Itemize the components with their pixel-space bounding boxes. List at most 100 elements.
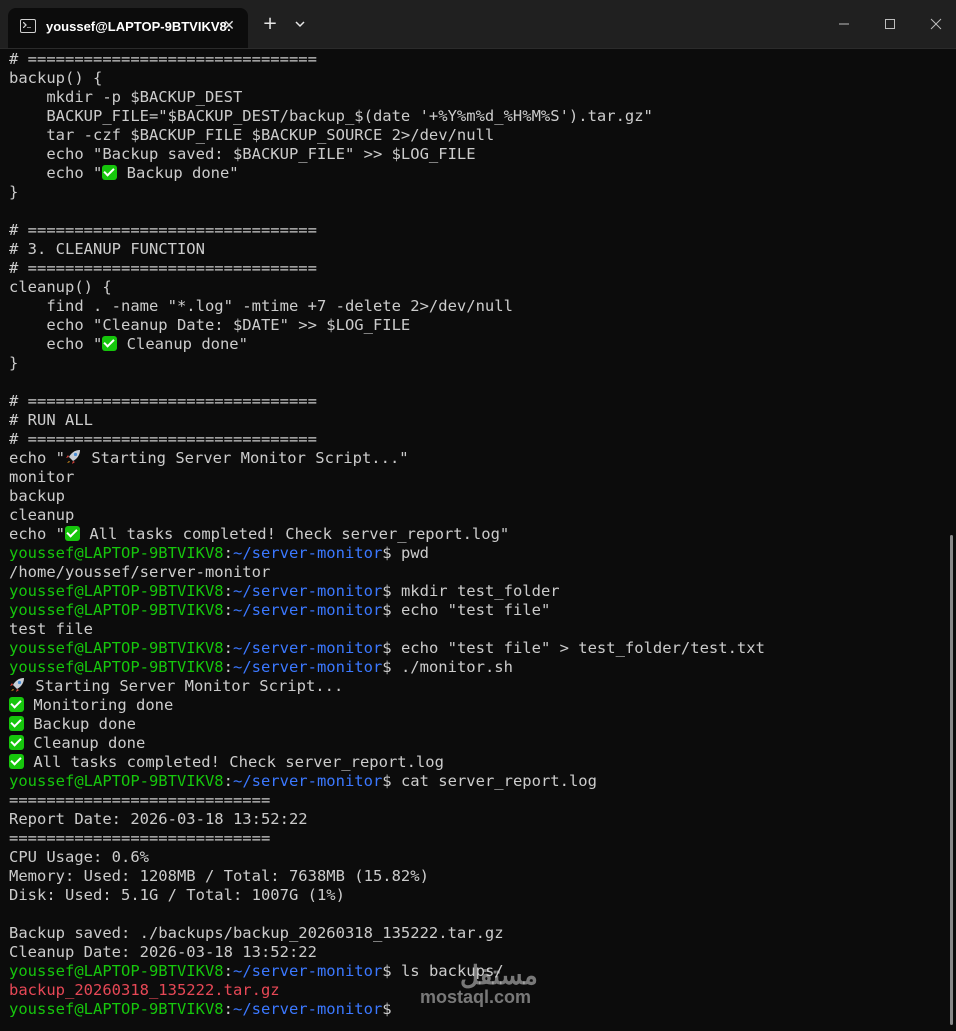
prompt-separator: :: [223, 658, 233, 676]
script-text: echo ": [9, 525, 65, 543]
terminal-tab[interactable]: youssef@LAPTOP-9BTVIKV8: ✕: [8, 8, 248, 48]
prompt-user: youssef@LAPTOP-9BTVIKV8: [9, 1000, 224, 1018]
script-text: Cleanup done": [117, 335, 248, 353]
output-text: Monitoring done: [24, 696, 174, 714]
title-bar: youssef@LAPTOP-9BTVIKV8: ✕ +: [0, 0, 956, 49]
script-line: echo " Backup done": [9, 164, 939, 183]
script-line: # 3. CLEANUP FUNCTION: [9, 240, 205, 258]
prompt-path: ~/server-monitor: [232, 582, 383, 600]
command-text: echo "test file": [400, 601, 551, 619]
script-text: Starting Server Monitor Script...": [82, 449, 409, 467]
script-line: find . -name "*.log" -mtime +7 -delete 2…: [9, 297, 513, 315]
output-text: Cleanup done: [24, 734, 146, 752]
script-line: mkdir -p $BACKUP_DEST: [9, 88, 243, 106]
script-line: tar -czf $BACKUP_FILE $BACKUP_SOURCE 2>/…: [9, 126, 495, 144]
output-text: Backup done: [24, 715, 136, 733]
command-line: youssef@LAPTOP-9BTVIKV8:~/server-monitor…: [9, 1000, 939, 1019]
script-line: [9, 373, 939, 392]
script-text: Backup done": [117, 164, 239, 182]
scrollbar-thumb[interactable]: [950, 535, 953, 1025]
script-line: # RUN ALL: [9, 411, 93, 429]
output-line: Cleanup done: [9, 734, 939, 753]
script-line: # ===============================: [9, 430, 317, 448]
script-line: echo " Cleanup done": [9, 335, 939, 354]
command-line: youssef@LAPTOP-9BTVIKV8:~/server-monitor…: [9, 962, 939, 981]
prompt-path: ~/server-monitor: [232, 1000, 383, 1018]
prompt-path: ~/server-monitor: [232, 658, 383, 676]
prompt-dollar: $: [382, 1000, 401, 1018]
output-line: Starting Server Monitor Script...: [9, 677, 939, 696]
prompt-user: youssef@LAPTOP-9BTVIKV8: [9, 544, 224, 562]
prompt-separator: :: [223, 601, 233, 619]
output-line: ============================: [9, 791, 271, 809]
script-line: echo "Cleanup Date: $DATE" >> $LOG_FILE: [9, 316, 411, 334]
command-text: mkdir test_folder: [400, 582, 560, 600]
output-line: All tasks completed! Check server_report…: [9, 753, 939, 772]
output-line: Backup done: [9, 715, 939, 734]
script-line: BACKUP_FILE="$BACKUP_DEST/backup_$(date …: [9, 107, 653, 125]
output-line: ============================: [9, 829, 271, 847]
script-line: }: [9, 183, 19, 201]
prompt-separator: :: [223, 962, 233, 980]
script-line: # ===============================: [9, 392, 317, 410]
close-tab-icon[interactable]: ✕: [220, 17, 238, 35]
script-text: echo ": [9, 335, 103, 353]
prompt-dollar: $: [382, 601, 401, 619]
chevron-down-icon[interactable]: [290, 14, 310, 34]
script-line: }: [9, 354, 19, 372]
prompt-separator: :: [223, 544, 233, 562]
script-line: backup() {: [9, 69, 103, 87]
command-line: youssef@LAPTOP-9BTVIKV8:~/server-monitor…: [9, 639, 939, 658]
output-line: Backup saved: ./backups/backup_20260318_…: [9, 924, 504, 942]
script-line: echo " Starting Server Monitor Script...…: [9, 449, 939, 468]
prompt-path: ~/server-monitor: [232, 772, 383, 790]
output-line: Disk: Used: 5.1G / Total: 1007G (1%): [9, 886, 345, 904]
prompt-separator: :: [223, 1000, 233, 1018]
prompt-dollar: $: [382, 582, 401, 600]
output-line: Cleanup Date: 2026-03-18 13:52:22: [9, 943, 317, 961]
script-text: echo ": [9, 449, 65, 467]
script-line: # ===============================: [9, 259, 317, 277]
command-text: echo "test file" > test_folder/test.txt: [400, 639, 765, 657]
script-line: monitor: [9, 468, 75, 486]
prompt-dollar: $: [382, 772, 401, 790]
terminal-icon: [20, 19, 36, 33]
prompt-user: youssef@LAPTOP-9BTVIKV8: [9, 582, 224, 600]
prompt-user: youssef@LAPTOP-9BTVIKV8: [9, 601, 224, 619]
close-window-icon[interactable]: [924, 12, 948, 36]
output-line: test file: [9, 620, 93, 638]
script-line: cleanup() {: [9, 278, 112, 296]
output-line: /home/youssef/server-monitor: [9, 563, 271, 581]
minimize-icon[interactable]: [832, 12, 856, 36]
maximize-icon[interactable]: [878, 12, 902, 36]
script-line: cleanup: [9, 506, 75, 524]
check-mark-icon: [65, 526, 80, 541]
prompt-user: youssef@LAPTOP-9BTVIKV8: [9, 639, 224, 657]
output-line: CPU Usage: 0.6%: [9, 848, 149, 866]
command-line: youssef@LAPTOP-9BTVIKV8:~/server-monitor…: [9, 601, 939, 620]
archive-file: backup_20260318_135222.tar.gz: [9, 981, 280, 999]
script-line: backup: [9, 487, 65, 505]
output-text: All tasks completed! Check server_report…: [24, 753, 444, 771]
output-line: Report Date: 2026-03-18 13:52:22: [9, 810, 308, 828]
rocket-icon: [65, 449, 82, 465]
tab-title: youssef@LAPTOP-9BTVIKV8:: [46, 19, 232, 34]
prompt-dollar: $: [382, 639, 401, 657]
command-text: pwd: [400, 544, 429, 562]
output-line: Monitoring done: [9, 696, 939, 715]
new-tab-button[interactable]: +: [260, 14, 280, 34]
script-line: # ===============================: [9, 50, 317, 68]
prompt-user: youssef@LAPTOP-9BTVIKV8: [9, 658, 224, 676]
prompt-separator: :: [223, 772, 233, 790]
prompt-path: ~/server-monitor: [232, 601, 383, 619]
terminal-output[interactable]: # =============================== backup(…: [9, 50, 939, 1025]
command-line: youssef@LAPTOP-9BTVIKV8:~/server-monitor…: [9, 658, 939, 677]
check-mark-icon: [102, 165, 118, 180]
command-text: cat server_report.log: [400, 772, 597, 790]
prompt-separator: :: [223, 582, 233, 600]
prompt-user: youssef@LAPTOP-9BTVIKV8: [9, 772, 224, 790]
check-mark-icon: [102, 336, 118, 351]
script-text: All tasks completed! Check server_report…: [80, 525, 510, 543]
prompt-dollar: $: [382, 658, 401, 676]
script-line: echo " All tasks completed! Check server…: [9, 525, 939, 544]
